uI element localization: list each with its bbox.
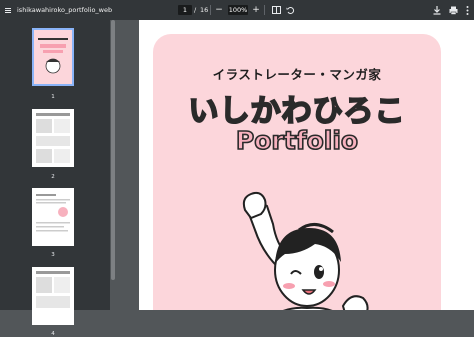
page-separator: / <box>194 6 197 14</box>
cover-panel: イラストレーター・マンガ家 いしかわひろこ Portfolio <box>153 34 441 310</box>
more-options-icon[interactable] <box>463 0 471 20</box>
fit-page-icon[interactable] <box>271 0 281 20</box>
print-icon[interactable] <box>448 0 458 20</box>
character-illustration <box>242 191 369 310</box>
thumbnail-page-1[interactable] <box>32 28 74 86</box>
menu-icon[interactable] <box>4 0 12 20</box>
zoom-value[interactable]: 100% <box>228 5 248 15</box>
zoom-in-button[interactable]: + <box>252 0 260 20</box>
pdf-page: イラストレーター・マンガ家 いしかわひろこ Portfolio <box>139 20 474 310</box>
thumbnail-number: 4 <box>51 331 55 337</box>
download-icon[interactable] <box>432 0 442 20</box>
cover-name: いしかわひろこ <box>188 93 406 130</box>
thumbnail-number: 2 <box>51 174 55 180</box>
cover-subtitle: イラストレーター・マンガ家 <box>212 67 382 82</box>
thumbnail-page-4[interactable] <box>32 267 74 325</box>
document-title: ishikawahiroko_portfolio_web <box>17 6 113 14</box>
rotate-icon[interactable] <box>285 0 295 20</box>
thumbnail-number: 1 <box>51 94 55 100</box>
zoom-input[interactable]: 100% <box>228 0 248 20</box>
thumbnail-page-3[interactable] <box>32 188 74 246</box>
sidebar-scrollbar-thumb[interactable] <box>111 20 115 280</box>
thumbnail-sidebar: 1 2 3 4 <box>0 20 110 337</box>
thumbnail-number: 3 <box>51 252 55 258</box>
thumbnail-page-2[interactable] <box>32 109 74 167</box>
cover-heading: Portfolio <box>235 125 359 156</box>
page-number-value[interactable]: 1 <box>178 5 192 15</box>
zoom-out-button[interactable]: − <box>215 0 223 20</box>
toolbar-divider <box>264 5 265 15</box>
page-total: 16 <box>200 6 209 14</box>
pdf-toolbar: ishikawahiroko_portfolio_web 1 / 16 − 10… <box>0 0 474 20</box>
page-number-input[interactable]: 1 <box>178 0 192 20</box>
toolbar-divider <box>210 5 211 15</box>
